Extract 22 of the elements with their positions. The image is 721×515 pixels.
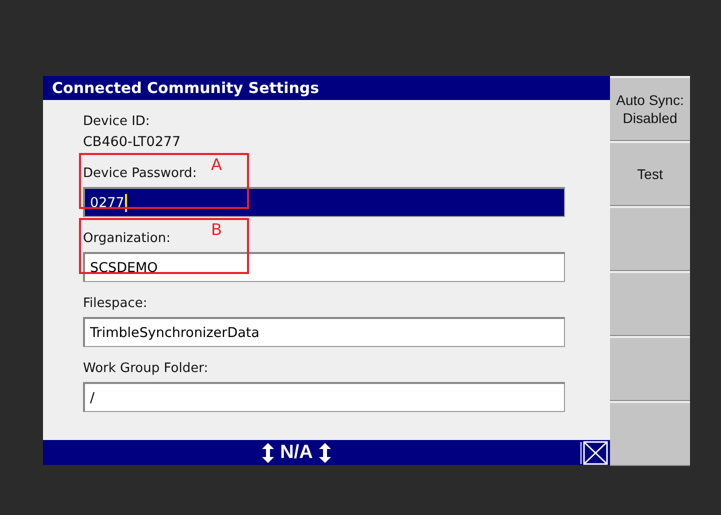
field-label: Filespace: bbox=[83, 295, 148, 313]
field-label: Device Password: bbox=[83, 165, 197, 183]
softkey-button[interactable]: Test bbox=[610, 141, 690, 206]
softkey-button[interactable] bbox=[610, 336, 690, 401]
input-field[interactable]: SCSDEMO bbox=[83, 252, 565, 282]
input-field[interactable]: TrimbleSynchronizerData bbox=[83, 317, 565, 347]
field-label: Work Group Folder: bbox=[83, 360, 208, 378]
annotation-label: B bbox=[211, 220, 222, 239]
input-field[interactable]: 0277 bbox=[83, 187, 565, 217]
softkey-button[interactable] bbox=[610, 271, 690, 336]
annotation-label: A bbox=[211, 155, 222, 174]
input-field[interactable]: / bbox=[83, 382, 565, 412]
up-down-arrow-icon bbox=[318, 442, 331, 462]
field-label: Organization: bbox=[83, 230, 170, 248]
field-label: Device ID: bbox=[83, 113, 150, 131]
softkey-button[interactable] bbox=[610, 206, 690, 271]
device-id-value: CB460-LT0277 bbox=[83, 133, 181, 152]
status-text: N/A bbox=[280, 442, 313, 464]
close-icon[interactable] bbox=[580, 440, 608, 464]
window-title: Connected Community Settings bbox=[43, 76, 610, 100]
softkey-button[interactable]: Auto Sync: Disabled bbox=[610, 76, 690, 141]
up-down-arrow-icon bbox=[262, 442, 274, 462]
